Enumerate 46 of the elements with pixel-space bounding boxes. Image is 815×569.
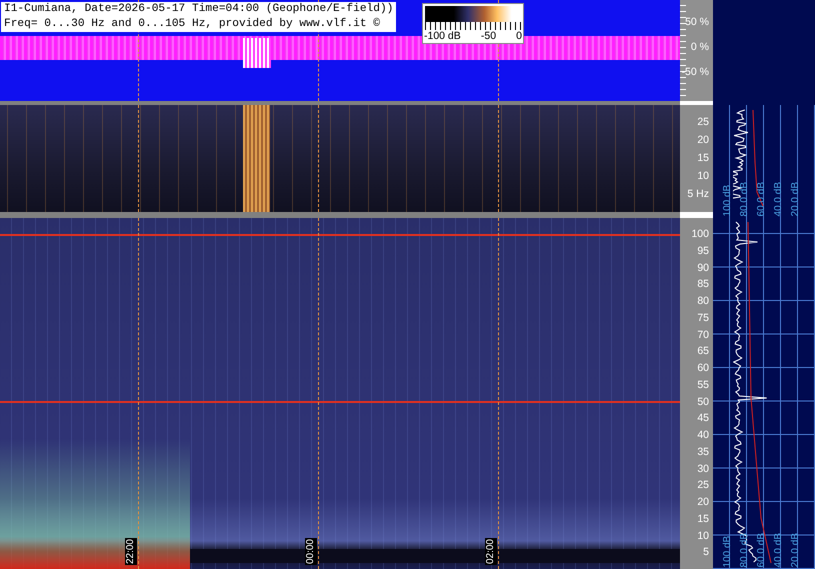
axis-tick-label: 45 bbox=[697, 411, 709, 426]
axis-tick-label: 35 bbox=[697, 444, 709, 459]
db-scale-label: 60.0 dB bbox=[755, 532, 768, 567]
axis-tick-label: 10 bbox=[697, 528, 709, 542]
colorbar-label: -100 dB bbox=[424, 30, 461, 42]
db-scale-label: 60.0 dB bbox=[755, 182, 768, 216]
db-scale-label: 80.0 dB bbox=[738, 532, 751, 567]
axis-tick-label: 15 bbox=[697, 151, 709, 165]
axis-tick-label: 20 bbox=[697, 495, 709, 509]
colorbar-label: 0 bbox=[516, 30, 522, 42]
axis-tick-label: 50 % bbox=[685, 15, 709, 29]
axis-tick-label: 40 bbox=[697, 428, 709, 442]
axis-tick-label: 15 bbox=[697, 512, 709, 526]
axis-tick-label: 0 % bbox=[690, 40, 709, 54]
db-scale-label: 20.0 dB bbox=[789, 532, 802, 567]
axis-tick-label: 5 bbox=[703, 545, 709, 560]
db-scale-label: 20.0 dB bbox=[789, 182, 802, 216]
db-scale-label: 40.0 dB bbox=[772, 182, 785, 216]
axis-tick-label: 10 bbox=[697, 169, 709, 183]
axis-tick-label: 65 bbox=[697, 344, 709, 358]
axis-tick-label: 25 bbox=[697, 115, 709, 129]
axis-tick-label: 80 bbox=[697, 294, 709, 308]
axis-tick-label: 5 Hz bbox=[687, 187, 709, 201]
station-info-text: I1-Cumiana, Date=2026-05-17 Time=04:00 (Geophone/E-field)) bbox=[4, 2, 394, 17]
db-scale-label: 100 dB bbox=[721, 534, 734, 567]
time-marker-label: 02:00 bbox=[485, 538, 497, 565]
axis-tick-label: 95 bbox=[697, 244, 709, 258]
time-marker-label: 22:00 bbox=[125, 538, 137, 565]
axis-tick-label: 20 bbox=[697, 133, 709, 147]
axis-tick-label: 30 bbox=[697, 462, 709, 476]
frequency-info-text: Freq= 0...30 Hz and 0...105 Hz, provided by www.vlf.it © bbox=[4, 17, 381, 32]
axis-tick-label: 90 bbox=[697, 260, 709, 274]
axis-tick-label: 55 bbox=[697, 378, 709, 392]
colorbar-label: -50 bbox=[480, 30, 496, 42]
axis-tick-label: 60 bbox=[697, 361, 709, 375]
axis-tick-label: 75 bbox=[697, 310, 709, 325]
axis-tick-label: 50 bbox=[697, 394, 709, 408]
axis-tick-label: 85 bbox=[697, 277, 709, 292]
time-marker-label: 00:00 bbox=[305, 538, 317, 565]
axis-tick-label: 25 bbox=[697, 478, 709, 492]
axis-tick-label: 70 bbox=[697, 328, 709, 342]
axis-tick-label: 100 bbox=[691, 227, 709, 241]
db-scale-label: 80.0 dB bbox=[738, 182, 751, 216]
db-scale-label: 40.0 dB bbox=[772, 532, 785, 567]
db-scale-label: 100 dB bbox=[721, 183, 734, 216]
axis-tick-label: -50 % bbox=[682, 65, 709, 79]
